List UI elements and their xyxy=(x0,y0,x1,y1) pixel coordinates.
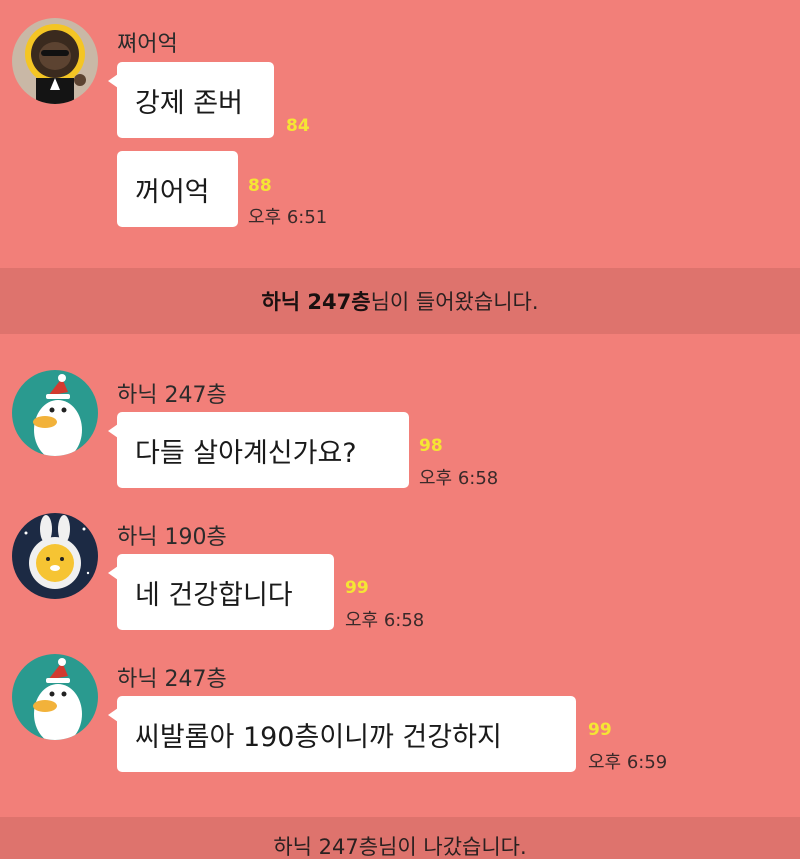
unread-count: 88 xyxy=(248,176,272,196)
message-bubble[interactable]: 씨발롬아 190층이니까 건강하지 xyxy=(108,696,576,772)
system-notice-left: 하닉 247층님이 나갔습니다. xyxy=(0,817,800,859)
message-time: 오후 6:58 xyxy=(345,610,425,631)
message-bubble[interactable]: 네 건강합니다 xyxy=(108,554,334,630)
avatar[interactable] xyxy=(12,513,98,599)
unread-count: 99 xyxy=(588,720,612,740)
unread-count: 98 xyxy=(419,436,443,456)
message-bubble[interactable]: 꺼어억 xyxy=(117,151,238,227)
system-notice-joined: 하닉 247층 님이 들어왔습니다. xyxy=(0,268,800,334)
message-bubble[interactable]: 다들 살아계신가요? xyxy=(108,412,409,488)
sender-name: 하닉 190층 xyxy=(117,525,227,550)
sender-name: 하닉 247층 xyxy=(117,383,227,408)
notice-text: 님이 들어왔습니다. xyxy=(370,290,539,314)
sender-name: 하닉 247층 xyxy=(117,667,227,692)
duck-santa-hat-avatar-icon xyxy=(12,370,98,456)
avatar[interactable] xyxy=(12,18,98,104)
black-afro-character-avatar-icon xyxy=(12,18,98,104)
notice-name: 하닉 247층 xyxy=(261,290,371,314)
duck-santa-hat-avatar-icon xyxy=(12,654,98,740)
message-time: 오후 6:58 xyxy=(419,468,499,489)
message-time: 오후 6:59 xyxy=(588,752,668,773)
lion-rabbit-costume-avatar-icon xyxy=(12,513,98,599)
unread-count: 84 xyxy=(286,116,310,136)
unread-count: 99 xyxy=(345,578,369,598)
message-bubble[interactable]: 강제 존버 xyxy=(108,62,274,138)
avatar[interactable] xyxy=(12,370,98,456)
message-time: 오후 6:51 xyxy=(248,207,328,228)
avatar[interactable] xyxy=(12,654,98,740)
sender-name: 쪄어억 xyxy=(117,32,178,57)
